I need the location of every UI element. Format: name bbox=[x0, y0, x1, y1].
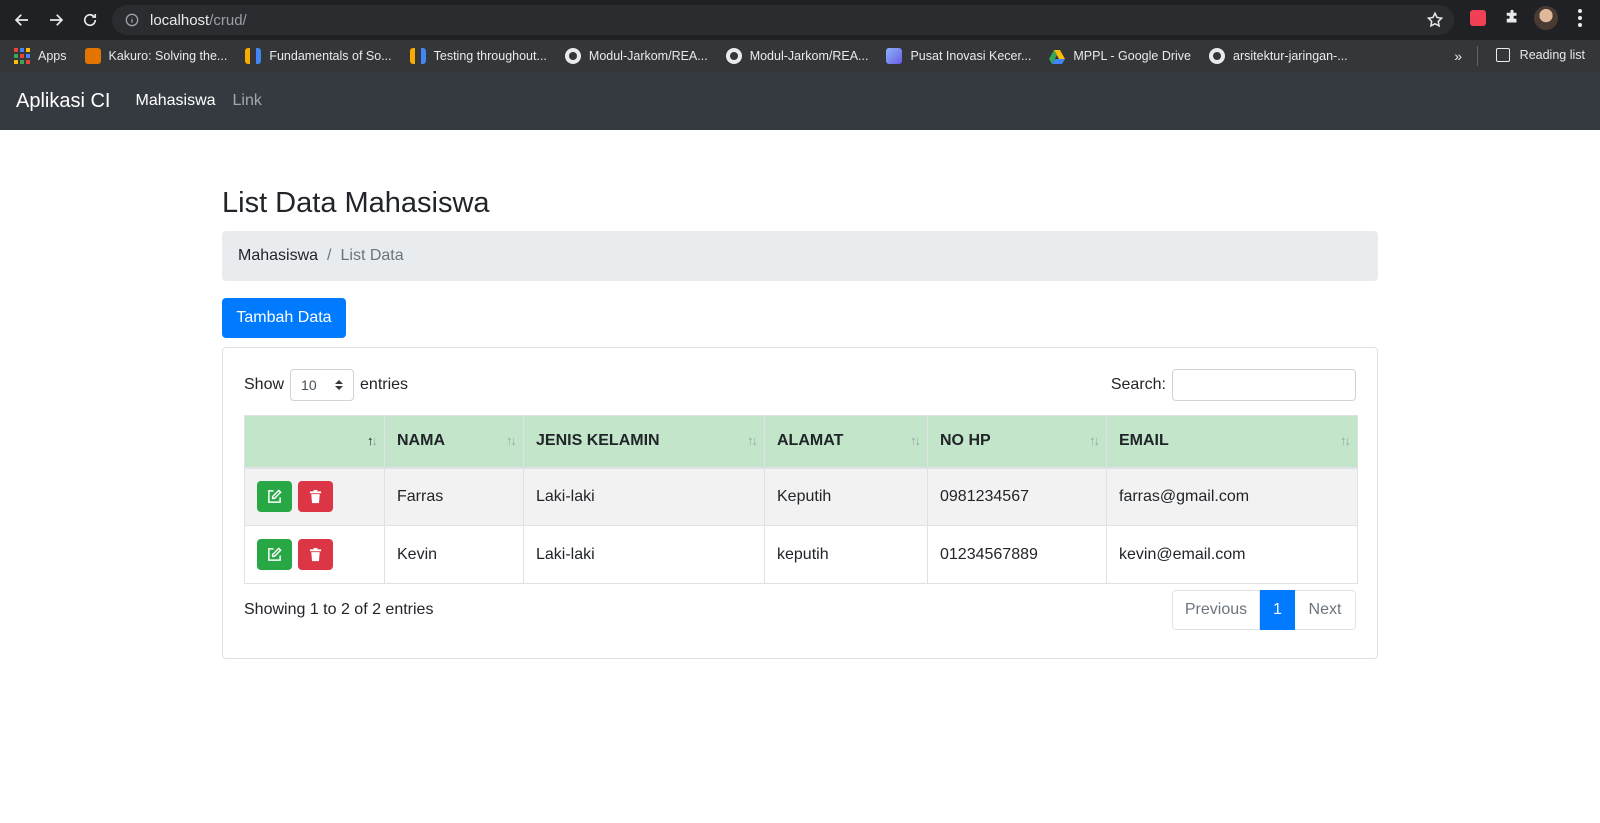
bookmarks-divider bbox=[1477, 46, 1478, 66]
search-label: Search: bbox=[1110, 376, 1166, 393]
cell-no-hp: 01234567889 bbox=[927, 525, 1107, 584]
row-actions bbox=[244, 525, 385, 584]
bookmarks-bar: Apps Kakuro: Solving the... Fundamentals… bbox=[0, 40, 1600, 72]
cell-jenis-kelamin: Laki-laki bbox=[523, 467, 765, 526]
sort-icon: ↑↓ bbox=[1340, 433, 1351, 448]
github-icon bbox=[1209, 48, 1226, 64]
edit-icon bbox=[268, 489, 282, 504]
select-arrows-icon bbox=[335, 380, 344, 390]
navbar-brand[interactable]: Aplikasi CI bbox=[16, 90, 110, 113]
datatable-controls: Show 10 entries Search: bbox=[244, 369, 1356, 401]
sort-icon: ↑↓ bbox=[506, 433, 517, 448]
sort-asc-icon: ↑↓ bbox=[367, 433, 378, 448]
pagination-previous[interactable]: Previous bbox=[1172, 590, 1260, 630]
cell-email: farras@gmail.com bbox=[1106, 467, 1358, 526]
app-navbar: Aplikasi CI Mahasiswa Link bbox=[0, 72, 1600, 130]
more-bookmarks-button[interactable]: » bbox=[1454, 48, 1462, 64]
trash-icon bbox=[310, 490, 322, 504]
page-title: List Data Mahasiswa bbox=[222, 187, 490, 219]
row-actions bbox=[244, 467, 385, 526]
column-header-no-hp[interactable]: NO HP ↑↓ bbox=[927, 415, 1107, 469]
info-icon[interactable] bbox=[124, 12, 140, 28]
cell-jenis-kelamin: Laki-laki bbox=[523, 525, 765, 584]
delete-button[interactable] bbox=[298, 539, 334, 570]
entries-label: entries bbox=[360, 376, 409, 393]
forward-icon[interactable] bbox=[40, 4, 72, 36]
nav-link-link[interactable]: Link bbox=[233, 92, 262, 110]
column-header-alamat[interactable]: ALAMAT ↑↓ bbox=[764, 415, 928, 469]
datatable-search: Search: bbox=[1111, 369, 1356, 401]
bookmark-star-icon[interactable] bbox=[1426, 11, 1444, 29]
tambah-data-button[interactable]: Tambah Data bbox=[222, 298, 346, 338]
cell-nama: Kevin bbox=[384, 525, 524, 584]
breadcrumb: Mahasiswa / List Data bbox=[222, 231, 1378, 281]
table-row: Kevin Laki-laki keputih 01234567889 kevi… bbox=[244, 525, 1358, 584]
bookmark-arsitektur-jaringan[interactable]: arsitektur-jaringan-... bbox=[1209, 48, 1348, 64]
datatable-card: Show 10 entries Search: ↑↓ NAMA ↑↓ JENIS … bbox=[222, 347, 1378, 659]
github-icon bbox=[725, 48, 742, 64]
column-header-actions[interactable]: ↑↓ bbox=[244, 415, 385, 469]
show-label: Show bbox=[244, 376, 285, 393]
reading-list-icon bbox=[1495, 48, 1510, 62]
table-header-row: ↑↓ NAMA ↑↓ JENIS KELAMIN ↑↓ ALAMAT ↑↓ NO HP… bbox=[244, 415, 1358, 469]
testing-favicon-icon bbox=[409, 48, 426, 64]
google-drive-icon bbox=[1049, 48, 1066, 64]
breadcrumb-separator: / bbox=[327, 247, 332, 264]
pagination-next[interactable]: Next bbox=[1295, 590, 1356, 630]
cell-no-hp: 0981234567 bbox=[927, 467, 1107, 526]
bookmark-kakuro[interactable]: Kakuro: Solving the... bbox=[84, 48, 227, 64]
bookmark-apps[interactable]: Apps bbox=[14, 48, 67, 64]
github-icon bbox=[564, 48, 581, 64]
bookmark-pusat-inovasi[interactable]: Pusat Inovasi Kecer... bbox=[886, 48, 1031, 64]
edit-button[interactable] bbox=[257, 481, 292, 513]
cell-nama: Farras bbox=[384, 467, 524, 526]
delete-button[interactable] bbox=[298, 481, 334, 513]
breadcrumb-mahasiswa[interactable]: Mahasiswa bbox=[238, 247, 318, 265]
column-header-jenis-kelamin[interactable]: JENIS KELAMIN ↑↓ bbox=[523, 415, 765, 469]
mahasiswa-table: ↑↓ NAMA ↑↓ JENIS KELAMIN ↑↓ ALAMAT ↑↓ NO HP… bbox=[244, 415, 1358, 584]
bookmark-modul-jarkom-1[interactable]: Modul-Jarkom/REA... bbox=[564, 48, 708, 64]
edit-button[interactable] bbox=[257, 539, 292, 570]
apps-grid-icon bbox=[14, 48, 30, 64]
entries-length: Show 10 entries bbox=[244, 369, 408, 401]
profile-avatar[interactable] bbox=[1534, 6, 1558, 30]
bookmark-mppl-drive[interactable]: MPPL - Google Drive bbox=[1049, 48, 1191, 64]
entries-select[interactable]: 10 bbox=[290, 369, 355, 401]
bookmark-fundamentals[interactable]: Fundamentals of So... bbox=[245, 48, 392, 64]
column-header-email[interactable]: EMAIL ↑↓ bbox=[1106, 415, 1358, 469]
back-icon[interactable] bbox=[6, 4, 38, 36]
pagination: Previous 1 Next bbox=[1172, 590, 1356, 630]
sort-icon: ↑↓ bbox=[1089, 433, 1100, 448]
edit-icon bbox=[268, 547, 282, 561]
browser-toolbar: localhost/crud/ bbox=[0, 0, 1600, 40]
cell-alamat: Keputih bbox=[764, 467, 928, 526]
pagination-page-1[interactable]: 1 bbox=[1260, 590, 1295, 630]
table-row: Farras Laki-laki Keputih 0981234567 farr… bbox=[244, 467, 1358, 526]
url-text: localhost/crud/ bbox=[150, 11, 247, 29]
table-info: Showing 1 to 2 of 2 entries bbox=[244, 601, 434, 618]
kakuro-favicon-icon bbox=[84, 48, 101, 64]
sort-icon: ↑↓ bbox=[747, 433, 758, 448]
search-input[interactable] bbox=[1172, 369, 1356, 401]
fundamentals-favicon-icon bbox=[245, 48, 262, 64]
address-bar[interactable]: localhost/crud/ bbox=[112, 5, 1454, 35]
breadcrumb-current: List Data bbox=[340, 247, 404, 264]
extensions-puzzle-icon[interactable] bbox=[1500, 6, 1524, 30]
main-container: List Data Mahasiswa Mahasiswa / List Dat… bbox=[222, 185, 1378, 659]
reload-icon[interactable] bbox=[74, 4, 106, 36]
nav-link-mahasiswa[interactable]: Mahasiswa bbox=[135, 92, 215, 110]
sort-icon: ↑↓ bbox=[910, 433, 921, 448]
cell-email: kevin@email.com bbox=[1106, 525, 1358, 584]
datatable-footer: Showing 1 to 2 of 2 entries Previous 1 N… bbox=[244, 590, 1356, 630]
chrome-menu-icon[interactable] bbox=[1568, 6, 1592, 30]
column-header-nama[interactable]: NAMA ↑↓ bbox=[384, 415, 524, 469]
pocket-extension-icon[interactable] bbox=[1466, 6, 1490, 30]
cell-alamat: keputih bbox=[764, 525, 928, 584]
bookmark-testing[interactable]: Testing throughout... bbox=[409, 48, 547, 64]
bookmark-modul-jarkom-2[interactable]: Modul-Jarkom/REA... bbox=[725, 48, 868, 64]
pusat-inovasi-favicon-icon bbox=[886, 48, 903, 64]
reading-list-button[interactable]: Reading list bbox=[1495, 48, 1585, 62]
trash-icon bbox=[310, 547, 322, 562]
